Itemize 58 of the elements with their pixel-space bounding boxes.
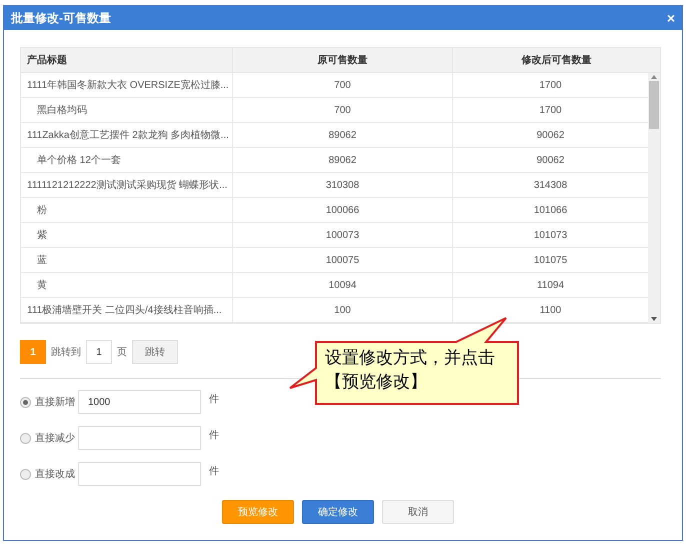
table-cell-text: 1700: [538, 78, 563, 92]
option-label: 直接新增: [35, 396, 76, 410]
scroll-down-icon[interactable]: [651, 317, 657, 321]
scrollbar-thumb[interactable]: [649, 81, 659, 129]
unit-label: 件: [209, 392, 219, 406]
jump-button[interactable]: 跳转: [132, 340, 178, 364]
unit-label: 件: [209, 428, 219, 442]
table-cell-text: 90062: [536, 154, 566, 168]
table-cell: 700: [233, 98, 453, 122]
dialog-title: 批量修改-可售数量: [11, 10, 111, 27]
table-cell: 粉: [21, 198, 233, 222]
input-field[interactable]: [78, 426, 201, 450]
table-cell: 紫: [21, 223, 233, 247]
option-label: 直接改成: [35, 468, 76, 482]
close-button[interactable]: ×: [666, 11, 675, 25]
table-cell: 黄: [21, 273, 233, 297]
input-field[interactable]: [78, 462, 201, 486]
page-unit: 页: [117, 346, 127, 360]
table-cell: 蓝: [21, 248, 233, 272]
table-cell: 89062: [233, 148, 453, 172]
scrollbar[interactable]: [648, 73, 660, 323]
action-button[interactable]: 取消: [382, 500, 454, 524]
radio-button[interactable]: [20, 468, 31, 480]
radio-button[interactable]: [20, 396, 31, 408]
table-cell-text: 11094: [536, 278, 566, 292]
column-header: 修改后可售数量: [520, 54, 592, 68]
table-cell-text: 101075: [532, 254, 568, 268]
table-cell-text: 314308: [532, 178, 568, 192]
jump-label: 跳转到: [51, 346, 81, 360]
table-cell: 100: [233, 298, 453, 322]
table-cell: 100066: [233, 198, 453, 222]
table-cell: 111极浦墙壁开关 二位四头/4接线柱音响插...: [21, 298, 233, 322]
callout-text: 设置修改方式，并点击【预览修改】: [325, 347, 496, 393]
input-field[interactable]: 1000: [78, 390, 201, 414]
table-cell-text: 1700: [538, 104, 563, 118]
column-header: 原可售数量: [233, 48, 453, 72]
table-cell-text: 101066: [532, 204, 568, 218]
column-header: 产品标题: [21, 48, 233, 72]
table-cell: 黑白格均码: [21, 98, 233, 122]
table-cell: 700: [233, 73, 453, 97]
scroll-up-icon[interactable]: [651, 75, 657, 79]
table-cell-text: 101073: [532, 228, 568, 242]
unit-label: 件: [209, 464, 219, 478]
table-cell: 100075: [233, 248, 453, 272]
action-button[interactable]: 确定修改: [302, 500, 374, 524]
table-cell: 1111121212222测试测试采购现货 蝴蝶形状...: [21, 173, 233, 197]
radio-button[interactable]: [20, 432, 31, 444]
table-cell: 单个价格 12个一套: [21, 148, 233, 172]
table-cell-text: 90062: [536, 128, 566, 142]
page-field[interactable]: 1: [86, 340, 112, 364]
table-cell: 89062: [233, 123, 453, 147]
table-cell: 100073: [233, 223, 453, 247]
table-cell: 10094: [233, 273, 453, 297]
table-cell: 1111年韩国冬新款大衣 OVERSIZE宽松过膝...: [21, 73, 233, 97]
table-cell: 111Zakka创意工艺摆件 2款龙狗 多肉植物微...: [21, 123, 233, 147]
option-label: 直接减少: [35, 432, 76, 446]
table-cell-text: 1100: [538, 304, 562, 318]
table-cell: 310308: [233, 173, 453, 197]
